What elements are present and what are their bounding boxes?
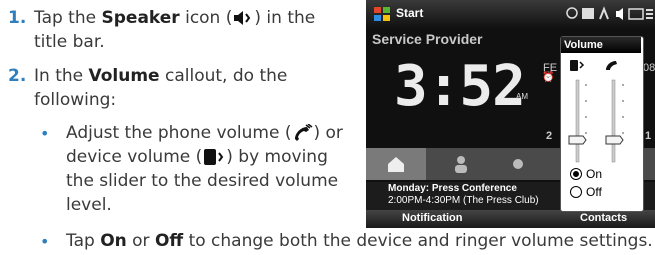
softkey-notification[interactable]: Notification [402, 212, 463, 224]
step-1-number: 1. [8, 8, 27, 28]
bullet-1: • [40, 124, 50, 143]
phone-volume-slider-thumb [605, 135, 624, 145]
sub-1-line-4: level. [66, 195, 112, 215]
volume-keyword: Volume [88, 66, 160, 86]
chat-icon [566, 7, 578, 19]
softkey-contacts[interactable]: Contacts [580, 212, 627, 224]
radio-off-icon[interactable] [569, 185, 583, 199]
radio-on-label[interactable]: On [586, 167, 602, 181]
step-1-line-1: Tap the Speaker icon ( ) in the [34, 6, 315, 30]
step-2-pre: In the [34, 66, 89, 86]
sub-1-pre: Adjust the phone volume ( [66, 123, 292, 143]
home-icon [388, 157, 404, 172]
off-keyword: Off [154, 231, 184, 251]
side-char-1: FE [543, 62, 558, 74]
volume-sliders [568, 79, 624, 163]
volume-title: Volume [564, 39, 603, 51]
step-2-line-2: following: [34, 90, 117, 110]
3g-icon [582, 8, 594, 19]
sub-2-post: to change both the device and ringer vol… [183, 231, 653, 251]
on-keyword: On [100, 231, 127, 251]
side-char-2: 08 [643, 62, 655, 74]
meeting-time: 2:00PM-4:30PM (The Press Club) [388, 195, 539, 206]
speaker-status-icon [616, 8, 623, 20]
meeting-title: Monday: Press Conference [388, 183, 517, 194]
service-provider: Service Provider [372, 31, 483, 47]
side-char-4: 1 [645, 130, 652, 142]
device-volume-slider-thumb [568, 135, 587, 145]
step-1-post: icon ( [179, 8, 233, 28]
people-icon[interactable] [451, 154, 471, 174]
sub-1-pre-2: device volume ( [66, 147, 203, 167]
speaker-icon [234, 11, 251, 25]
step-1-end: ) in the [254, 8, 316, 28]
weather-icon[interactable] [508, 154, 528, 174]
speaker-keyword: Speaker [101, 8, 180, 28]
menu-icon [646, 9, 653, 19]
bullet-2: • [40, 232, 50, 251]
device-speaker-icon [204, 149, 224, 165]
phone-volume-icon [606, 61, 617, 70]
radio-off-label[interactable]: Off [586, 185, 602, 199]
step-1-pre: Tap the [34, 8, 102, 28]
signal-icon [599, 6, 609, 20]
step-1-line-2: title bar. [34, 32, 105, 52]
start-label[interactable]: Start [396, 6, 423, 20]
clock-am: AM [516, 92, 528, 101]
phone-screenshot: Start Service Provider 3:52 AM ⏰ FE 08 2… [366, 0, 655, 228]
sub-1-post: ) or [313, 123, 343, 143]
phone-icon [295, 124, 313, 141]
sub-1-line-1: Adjust the phone volume ( ) or [66, 121, 343, 145]
sub-2-mid: or [126, 231, 155, 251]
sub-2-pre: Tap [66, 231, 101, 251]
sub-1-line-3: the slider to the desired volume [66, 171, 339, 191]
volume-icons-row [570, 60, 617, 71]
clock: 3:52 [394, 54, 526, 119]
device-volume-icon [570, 60, 578, 71]
radio-on-icon[interactable] [569, 167, 583, 181]
step-2-number: 2. [8, 66, 27, 86]
sub-2-line: Tap On or Off to change both the device … [66, 229, 653, 253]
sub-1-post-2: ) by moving [226, 147, 328, 167]
status-icons [566, 6, 653, 20]
side-char-3: 2 [546, 130, 553, 142]
sub-1-line-2: device volume ( ) by moving [66, 145, 328, 169]
battery-icon [628, 8, 644, 20]
windows-logo-icon[interactable] [372, 4, 392, 24]
step-2-line-1: In the Volume callout, do the [34, 64, 287, 88]
step-2-post: callout, do the [159, 66, 288, 86]
